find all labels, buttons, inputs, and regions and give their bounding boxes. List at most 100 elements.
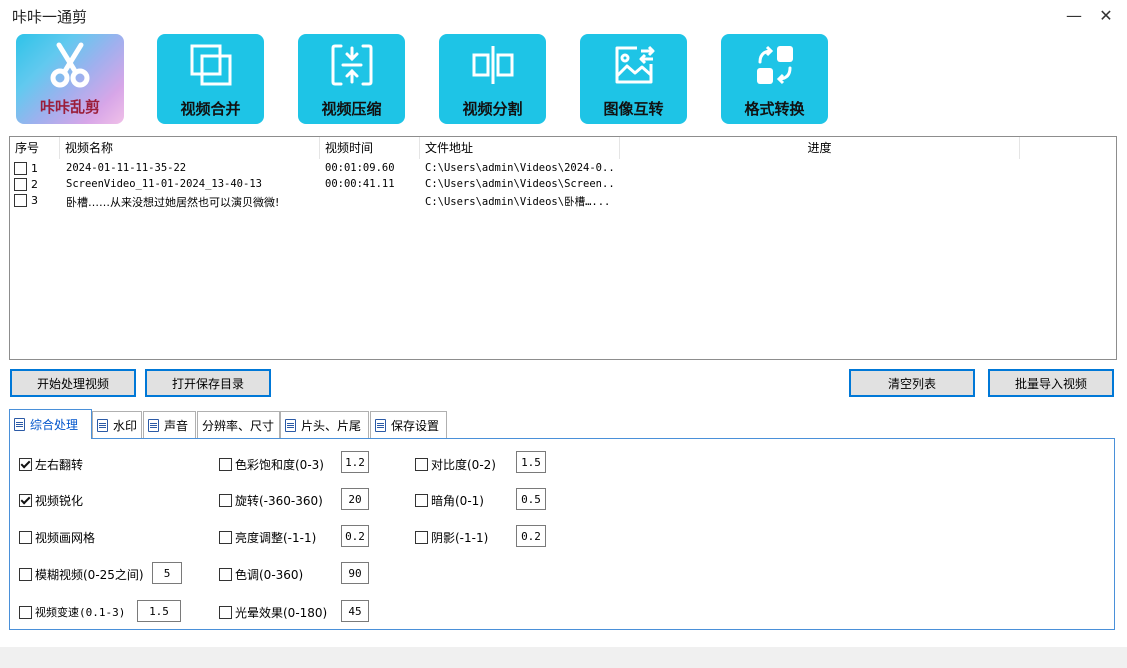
rotate-checkbox[interactable]: 旋转(-360-360) <box>219 492 323 509</box>
image-convert-button[interactable]: 图像互转 <box>580 34 687 124</box>
option-label: 视频锐化 <box>35 494 84 508</box>
format-convert-button[interactable]: 格式转换 <box>721 34 828 124</box>
tab-intro-outro[interactable]: 片头、片尾 <box>280 411 369 438</box>
column-header-path[interactable]: 文件地址 <box>420 137 620 159</box>
checkbox-box[interactable] <box>219 568 232 581</box>
option-label: 视频画网格 <box>35 531 96 545</box>
checkbox-box[interactable] <box>219 458 232 471</box>
option-label: 模糊视频(0-25之间) <box>35 568 144 582</box>
tab-label: 水印 <box>113 418 138 433</box>
merge-icon <box>157 40 264 90</box>
option-label: 左右翻转 <box>35 458 84 472</box>
option-label: 亮度调整(-1-1) <box>235 531 317 545</box>
document-icon <box>14 418 25 431</box>
row-name: ScreenVideo_11-01-2024_13-40-13 <box>66 178 262 190</box>
row-name: 卧槽……从来没想过她居然也可以演贝微微! <box>66 196 280 209</box>
table-row[interactable]: 3 卧槽……从来没想过她居然也可以演贝微微! C:\Users\admin\Vi… <box>10 193 1116 209</box>
tab-resolution[interactable]: 分辨率、尺寸 <box>197 411 280 438</box>
option-label: 视频变速(0.1-3) <box>35 606 126 619</box>
start-processing-button[interactable]: 开始处理视频 <box>10 369 136 397</box>
row-checkbox[interactable] <box>14 178 27 191</box>
shadow-input[interactable]: 0.2 <box>516 525 546 547</box>
row-path: C:\Users\admin\Videos\Screen... <box>425 178 615 190</box>
speed-input[interactable]: 1.5 <box>137 600 181 622</box>
table-row[interactable]: 1 2024-01-11-11-35-22 00:01:09.60 C:\Use… <box>10 161 1116 177</box>
row-index: 3 <box>31 194 38 207</box>
column-header-index[interactable]: 序号 <box>10 137 60 159</box>
document-icon <box>285 418 296 432</box>
option-label: 暗角(0-1) <box>431 494 484 508</box>
format-convert-label: 格式转换 <box>744 100 805 118</box>
grid-checkbox[interactable]: 视频画网格 <box>19 529 95 546</box>
vignette-input[interactable]: 0.5 <box>516 488 546 510</box>
flip-checkbox[interactable]: 左右翻转 <box>19 456 83 473</box>
saturation-input[interactable]: 1.2 <box>341 451 369 473</box>
contrast-input[interactable]: 1.5 <box>516 451 546 473</box>
row-path: C:\Users\admin\Videos\2024-0... <box>425 162 615 174</box>
hue-input[interactable]: 90 <box>341 562 369 584</box>
checkbox-box[interactable] <box>219 494 232 507</box>
checkbox-box[interactable] <box>19 531 32 544</box>
file-list[interactable]: 序号 视频名称 视频时间 文件地址 进度 1 2024-01-11-11-35-… <box>9 136 1117 360</box>
blur-input[interactable]: 5 <box>152 562 182 584</box>
row-duration: 00:00:41.11 <box>325 178 395 190</box>
speed-checkbox[interactable]: 视频变速(0.1-3) <box>19 604 125 620</box>
list-header: 序号 视频名称 视频时间 文件地址 进度 <box>10 137 1116 159</box>
contrast-checkbox[interactable]: 对比度(0-2) <box>415 456 496 473</box>
brightness-input[interactable]: 0.2 <box>341 525 369 547</box>
checkbox-box[interactable] <box>19 494 32 507</box>
row-checkbox[interactable] <box>14 194 27 207</box>
document-icon <box>375 418 386 432</box>
sharpen-checkbox[interactable]: 视频锐化 <box>19 492 83 509</box>
tab-watermark[interactable]: 水印 <box>92 411 142 438</box>
merge-video-button[interactable]: 视频合并 <box>157 34 264 124</box>
clear-list-button[interactable]: 清空列表 <box>849 369 975 397</box>
row-checkbox[interactable] <box>14 162 27 175</box>
app-logo: 咔咔乱剪 <box>16 34 124 124</box>
row-path: C:\Users\admin\Videos\卧槽…... <box>425 196 611 208</box>
column-header-progress[interactable]: 进度 <box>620 137 1020 159</box>
checkbox-box[interactable] <box>19 568 32 581</box>
scissors-icon <box>16 38 124 94</box>
format-convert-icon <box>721 40 828 90</box>
compress-icon <box>298 40 405 90</box>
tab-audio[interactable]: 声音 <box>143 411 196 438</box>
checkbox-box[interactable] <box>415 494 428 507</box>
tab-save-settings[interactable]: 保存设置 <box>370 411 447 438</box>
minimize-button[interactable]: — <box>1061 3 1087 27</box>
image-convert-icon <box>580 40 687 90</box>
checkbox-box[interactable] <box>219 606 232 619</box>
checkbox-box[interactable] <box>219 531 232 544</box>
brightness-checkbox[interactable]: 亮度调整(-1-1) <box>219 529 316 546</box>
halo-input[interactable]: 45 <box>341 600 369 622</box>
option-label: 对比度(0-2) <box>431 458 496 472</box>
saturation-checkbox[interactable]: 色彩饱和度(0-3) <box>219 456 324 473</box>
row-name: 2024-01-11-11-35-22 <box>66 162 187 174</box>
title-bar: 咔咔一通剪 — ✕ <box>0 0 1127 30</box>
checkbox-box[interactable] <box>19 605 32 619</box>
logo-label: 咔咔乱剪 <box>39 98 100 116</box>
row-duration: 00:01:09.60 <box>325 162 395 174</box>
batch-import-button[interactable]: 批量导入视频 <box>988 369 1114 397</box>
rotate-input[interactable]: 20 <box>341 488 369 510</box>
split-video-button[interactable]: 视频分割 <box>439 34 546 124</box>
compress-video-button[interactable]: 视频压缩 <box>298 34 405 124</box>
halo-checkbox[interactable]: 光晕效果(0-180) <box>219 604 327 621</box>
tab-label: 分辨率、尺寸 <box>202 418 275 433</box>
vignette-checkbox[interactable]: 暗角(0-1) <box>415 492 484 509</box>
column-header-name[interactable]: 视频名称 <box>60 137 320 159</box>
open-save-dir-button[interactable]: 打开保存目录 <box>145 369 271 397</box>
row-index: 1 <box>31 162 38 175</box>
blur-checkbox[interactable]: 模糊视频(0-25之间) <box>19 566 144 583</box>
split-video-label: 视频分割 <box>462 100 523 118</box>
table-row[interactable]: 2 ScreenVideo_11-01-2024_13-40-13 00:00:… <box>10 177 1116 193</box>
tab-general[interactable]: 综合处理 <box>9 409 92 439</box>
close-button[interactable]: ✕ <box>1093 3 1119 27</box>
column-header-duration[interactable]: 视频时间 <box>320 137 420 159</box>
hue-checkbox[interactable]: 色调(0-360) <box>219 566 303 583</box>
image-convert-label: 图像互转 <box>603 100 664 118</box>
shadow-checkbox[interactable]: 阴影(-1-1) <box>415 529 488 546</box>
checkbox-box[interactable] <box>19 458 32 471</box>
checkbox-box[interactable] <box>415 531 428 544</box>
checkbox-box[interactable] <box>415 458 428 471</box>
